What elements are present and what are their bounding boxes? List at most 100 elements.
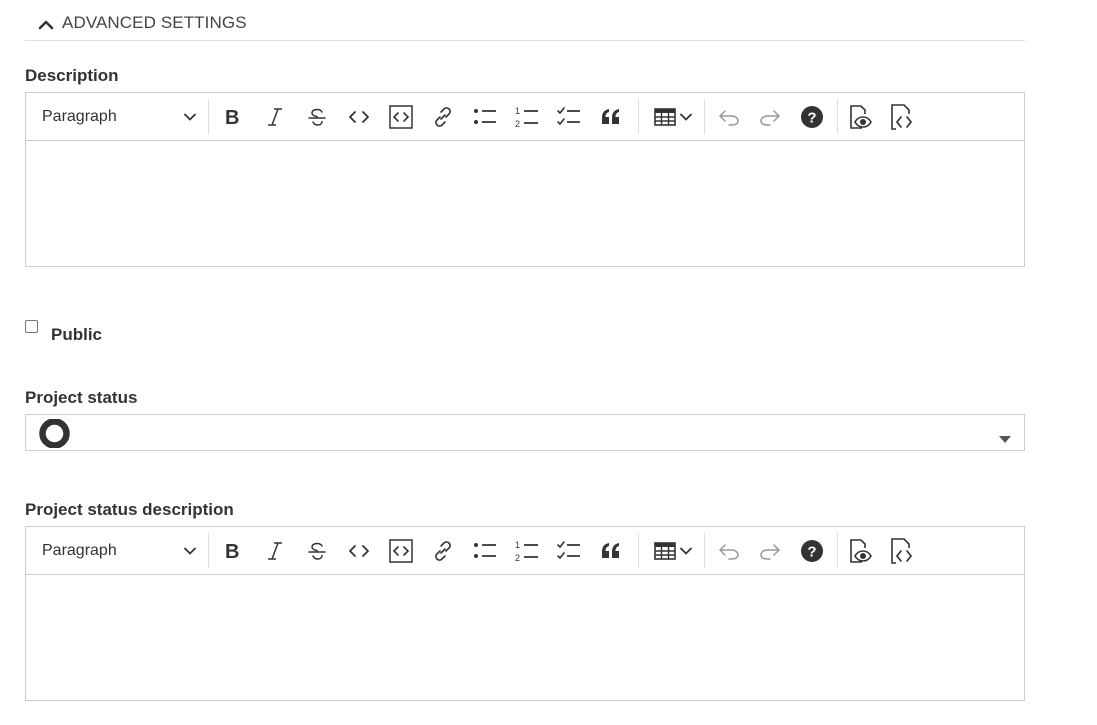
bulleted-list-button[interactable] (472, 527, 498, 574)
italic-icon (265, 541, 285, 561)
project-status-select[interactable] (25, 414, 1025, 451)
bulleted-list-icon (473, 541, 497, 561)
todo-list-icon (557, 540, 581, 561)
numbered-list-icon: 12 (515, 106, 539, 128)
help-button[interactable]: ? (799, 527, 825, 574)
paragraph-format-label: Paragraph (42, 541, 117, 559)
numbered-list-button[interactable]: 12 (514, 93, 540, 140)
toolbar-separator (837, 533, 838, 568)
todo-list-icon (557, 106, 581, 127)
todo-list-button[interactable] (556, 527, 582, 574)
project-status-description-content[interactable] (26, 575, 1024, 700)
chevron-down-icon (680, 113, 692, 121)
help-icon: ? (800, 539, 824, 563)
redo-icon (759, 542, 781, 560)
code-icon (348, 107, 370, 127)
project-status-description-label: Project status description (25, 500, 234, 519)
table-icon (654, 541, 676, 561)
project-status-description-editor: Paragraph B 12 ? (25, 526, 1025, 701)
redo-button[interactable] (757, 527, 783, 574)
chevron-down-icon (184, 113, 196, 121)
svg-text:2: 2 (515, 119, 520, 128)
description-editor: Paragraph B 12 ? (25, 92, 1025, 267)
advanced-settings-header[interactable]: ADVANCED SETTINGS (25, 8, 1025, 41)
strikethrough-button[interactable] (304, 93, 330, 140)
project-status-label: Project status (25, 388, 138, 407)
paragraph-format-label: Paragraph (42, 107, 117, 125)
numbered-list-icon: 12 (515, 540, 539, 562)
italic-button[interactable] (262, 93, 288, 140)
status-circle-icon (39, 418, 70, 453)
help-icon: ? (800, 105, 824, 129)
code-icon (348, 541, 370, 561)
public-checkbox-row: Public (25, 315, 102, 345)
preview-button[interactable] (848, 93, 874, 140)
link-icon (432, 106, 454, 128)
strikethrough-button[interactable] (304, 527, 330, 574)
editor-toolbar: Paragraph B 12 ? (26, 527, 1024, 575)
chevron-up-icon (35, 16, 57, 32)
bold-button[interactable]: B (220, 93, 246, 140)
link-button[interactable] (430, 93, 456, 140)
todo-list-button[interactable] (556, 93, 582, 140)
undo-button[interactable] (716, 93, 742, 140)
code-block-icon (389, 538, 413, 563)
toolbar-separator (208, 533, 209, 568)
svg-text:1: 1 (515, 106, 520, 116)
svg-text:2: 2 (515, 553, 520, 562)
source-button[interactable] (890, 527, 916, 574)
bulleted-list-icon (473, 107, 497, 127)
strikethrough-icon (307, 541, 327, 561)
code-block-icon (389, 104, 413, 129)
table-icon (654, 107, 676, 127)
code-block-button[interactable] (388, 93, 414, 140)
strikethrough-icon (307, 107, 327, 127)
bold-button[interactable]: B (220, 527, 246, 574)
italic-icon (265, 107, 285, 127)
insert-table-dropdown[interactable] (648, 93, 698, 140)
source-code-document-icon (890, 103, 916, 131)
svg-text:?: ? (807, 109, 816, 126)
block-quote-button[interactable] (598, 93, 624, 140)
block-quote-button[interactable] (598, 527, 624, 574)
quote-icon (600, 108, 622, 126)
toolbar-separator (704, 533, 705, 568)
description-label: Description (25, 66, 119, 85)
numbered-list-button[interactable]: 12 (514, 527, 540, 574)
code-block-button[interactable] (388, 527, 414, 574)
preview-button[interactable] (848, 527, 874, 574)
preview-document-icon (849, 104, 873, 130)
chevron-down-icon (184, 547, 196, 555)
quote-icon (600, 542, 622, 560)
public-checkbox[interactable] (25, 319, 38, 333)
source-code-document-icon (890, 537, 916, 565)
caret-down-icon (999, 430, 1011, 448)
bold-icon: B (223, 541, 243, 561)
section-title: ADVANCED SETTINGS (62, 13, 247, 32)
toolbar-separator (704, 99, 705, 134)
link-icon (432, 540, 454, 562)
bulleted-list-button[interactable] (472, 93, 498, 140)
redo-button[interactable] (757, 93, 783, 140)
toolbar-separator (638, 99, 639, 134)
code-button[interactable] (346, 527, 372, 574)
svg-text:B: B (225, 541, 239, 561)
code-button[interactable] (346, 93, 372, 140)
toolbar-separator (837, 99, 838, 134)
toolbar-separator (638, 533, 639, 568)
paragraph-format-dropdown[interactable]: Paragraph (42, 93, 196, 140)
bold-icon: B (223, 107, 243, 127)
undo-button[interactable] (716, 527, 742, 574)
source-button[interactable] (890, 93, 916, 140)
chevron-down-icon (680, 547, 692, 555)
public-checkbox-label[interactable]: Public (51, 325, 102, 345)
paragraph-format-dropdown[interactable]: Paragraph (42, 527, 196, 574)
italic-button[interactable] (262, 527, 288, 574)
editor-toolbar: Paragraph B 12 ? (26, 93, 1024, 141)
preview-document-icon (849, 538, 873, 564)
help-button[interactable]: ? (799, 93, 825, 140)
svg-text:1: 1 (515, 540, 520, 550)
description-editor-content[interactable] (26, 141, 1024, 266)
link-button[interactable] (430, 527, 456, 574)
insert-table-dropdown[interactable] (648, 527, 698, 574)
